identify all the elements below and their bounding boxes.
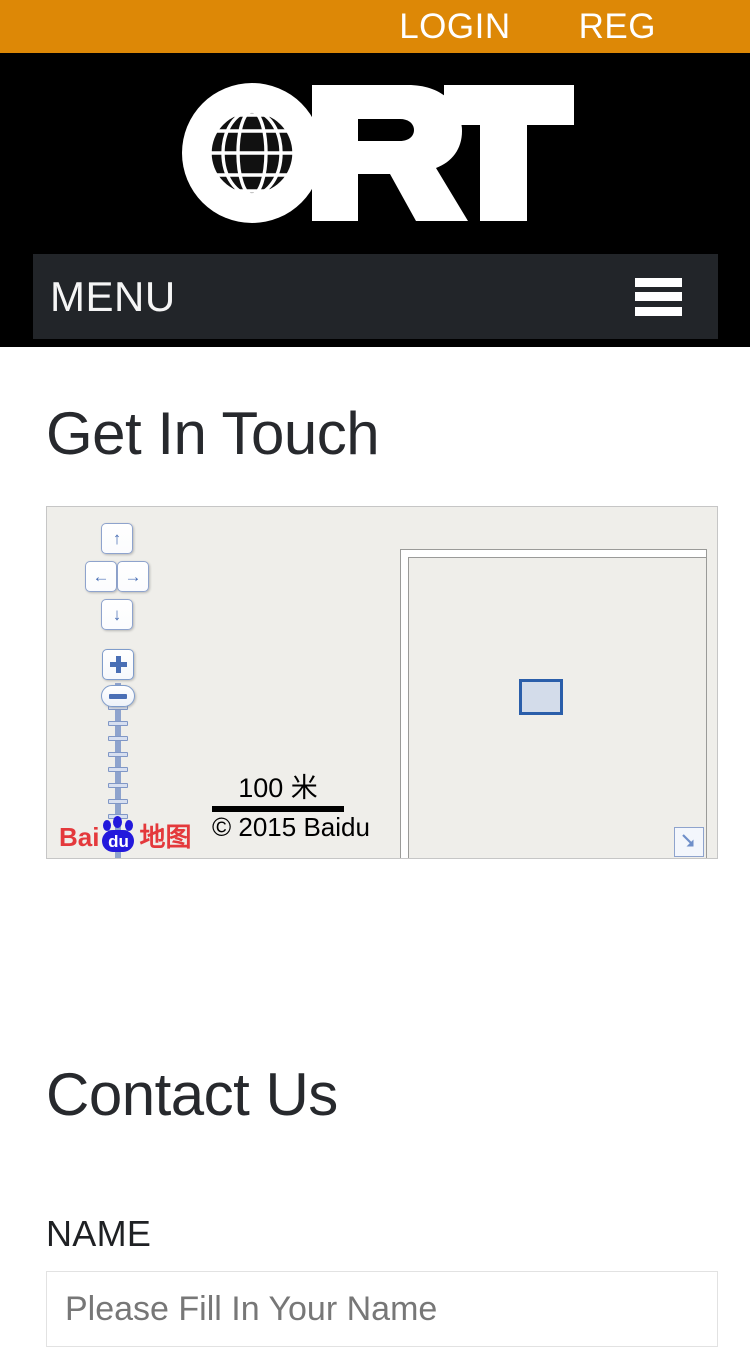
map-copyright: © 2015 Baidu [212,812,370,843]
zoom-tick [108,798,128,804]
register-link[interactable]: REG [579,9,656,44]
get-in-touch-heading: Get In Touch [46,400,380,467]
baidu-logo-bai: Bai [59,822,100,852]
zoom-tick [108,736,128,742]
ort-logo-mark [182,82,574,223]
menu-label: MENU [50,272,176,320]
site-masthead: MENU [0,53,750,347]
name-field-label: NAME [46,1213,152,1254]
zoom-slider-handle[interactable] [101,685,135,707]
zoom-tick [108,783,128,789]
zoom-tick [108,720,128,726]
login-link[interactable]: LOGIN [399,9,510,44]
site-logo[interactable] [0,65,750,240]
baidu-maps-logo[interactable]: Bai du 地图 [59,816,192,852]
map-overview-collapse-button[interactable] [674,827,704,857]
name-input[interactable] [46,1271,718,1347]
hamburger-bar [635,277,682,287]
map-overview-canvas[interactable] [408,557,706,858]
baidu-logo-ditu: 地图 [139,822,192,852]
zoom-tick [108,767,128,773]
hamburger-icon[interactable] [635,277,682,316]
map-scale-text: 100 米 [238,773,318,804]
hamburger-bar [635,306,682,316]
map-overview-viewport[interactable] [519,679,563,715]
map-overview-panel[interactable] [400,549,707,858]
pan-right-button[interactable]: → [117,561,149,592]
arrow-down-right-icon [682,834,694,847]
zoom-in-button[interactable] [102,649,134,680]
menu-bar[interactable]: MENU [33,254,718,339]
baidu-map[interactable]: ↑ ← → ↓ Bai du 地图 100 米 © 2015 Baidu [46,506,718,859]
baidu-logo-du: du [102,830,135,852]
map-scale-bar: 100 米 © 2015 Baidu [212,773,370,843]
zoom-tick [108,751,128,757]
contact-us-heading: Contact Us [46,1061,338,1128]
hamburger-bar [635,292,682,301]
pan-up-button[interactable]: ↑ [101,523,133,554]
globe-icon [208,108,296,197]
map-pan-control: ↑ ← → ↓ [85,523,149,639]
baidu-paw-icon: du [100,816,136,852]
pan-down-button[interactable]: ↓ [101,599,133,630]
pan-left-button[interactable]: ← [85,561,117,592]
top-utility-bar: LOGIN REG [0,0,750,53]
